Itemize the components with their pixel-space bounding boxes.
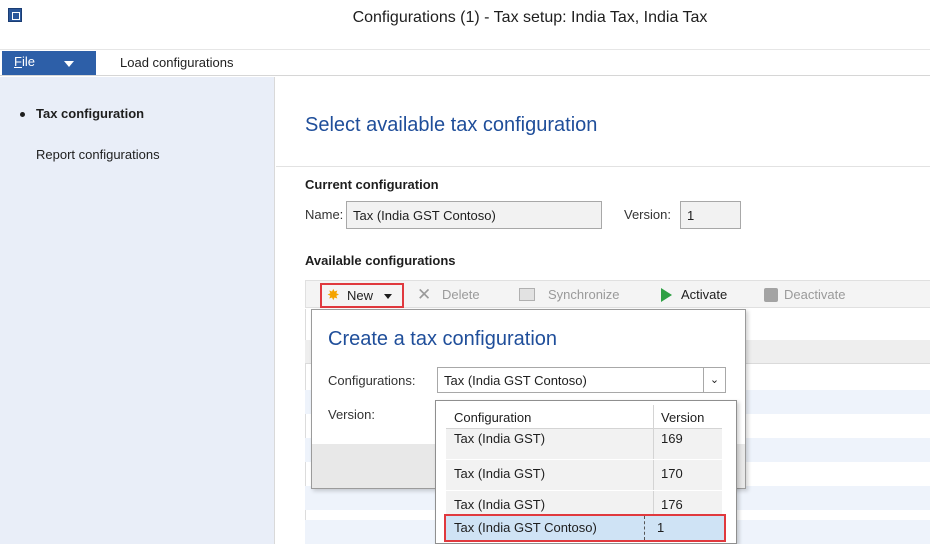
synchronize-button[interactable]: Synchronize: [548, 287, 620, 302]
chevron-down-icon[interactable]: ⌄: [703, 368, 725, 392]
current-version-field: 1: [680, 201, 741, 229]
dropdown-header: Configuration Version: [446, 405, 722, 429]
list-item-selected[interactable]: Tax (India GST Contoso) 1: [444, 514, 726, 542]
available-configurations-heading: Available configurations: [305, 253, 456, 268]
config-version: 170: [661, 466, 683, 481]
chevron-down-icon: [384, 294, 392, 299]
configurations-label: Configurations:: [328, 373, 416, 388]
list-item[interactable]: Tax (India GST) 169: [446, 429, 722, 460]
delete-x-icon: ✕: [417, 285, 432, 304]
activate-play-icon: [661, 288, 672, 302]
column-separator: [644, 516, 645, 540]
new-button[interactable]: ✸ New: [320, 283, 404, 308]
file-menu-button[interactable]: File: [2, 51, 96, 75]
name-label: Name:: [305, 207, 344, 222]
activate-button[interactable]: Activate: [681, 287, 727, 302]
config-version: 1: [657, 520, 665, 535]
file-label: ile: [21, 54, 35, 69]
version-label: Version:: [328, 407, 375, 422]
new-sun-icon: ✸: [327, 287, 340, 304]
chevron-down-icon: [64, 61, 74, 67]
list-item[interactable]: Tax (India GST) 170: [446, 460, 722, 491]
config-version: 176: [661, 497, 683, 512]
column-separator: [653, 429, 654, 459]
column-separator: [653, 460, 654, 490]
page-title: Select available tax configuration: [305, 114, 598, 136]
nav-item-report-configurations[interactable]: Report configurations: [36, 147, 160, 162]
combobox-value: Tax (India GST Contoso): [444, 373, 587, 388]
load-configurations-button[interactable]: Load configurations: [120, 55, 233, 70]
title-bar: Configurations (1) - Tax setup: India Ta…: [0, 0, 930, 50]
dialog-title: Create a tax configuration: [328, 328, 558, 350]
configurations-dropdown-list: Configuration Version Tax (India GST) 16…: [435, 400, 737, 544]
window-title: Configurations (1) - Tax setup: India Ta…: [352, 9, 708, 26]
active-bullet-icon: [20, 112, 25, 117]
menu-bar: File Load configurations: [0, 50, 930, 76]
current-configuration-heading: Current configuration: [305, 177, 439, 192]
deactivate-button[interactable]: Deactivate: [784, 287, 845, 302]
delete-button[interactable]: Delete: [442, 287, 480, 302]
action-toolbar: ✸ New Delete Synchronize Activate Deacti…: [305, 280, 930, 308]
column-separator: [653, 405, 654, 428]
deactivate-stop-icon: [764, 288, 778, 302]
config-name: Tax (India GST): [454, 497, 546, 512]
divider: [276, 166, 930, 167]
config-name: Tax (India GST): [454, 431, 546, 446]
config-version: 169: [661, 431, 683, 446]
config-name: Tax (India GST Contoso): [454, 520, 597, 535]
configurations-combobox[interactable]: Tax (India GST Contoso) ⌄: [437, 367, 726, 393]
header-version[interactable]: Version: [661, 410, 704, 425]
config-name: Tax (India GST): [454, 466, 546, 481]
file-label-accelerator: F: [14, 54, 22, 69]
version-label: Version:: [624, 207, 671, 222]
left-nav: Tax configuration Report configurations: [0, 77, 275, 544]
synchronize-icon: [519, 288, 535, 301]
header-configuration[interactable]: Configuration: [454, 410, 531, 425]
nav-item-tax-configuration[interactable]: Tax configuration: [36, 106, 144, 121]
new-label: New: [347, 288, 374, 303]
current-name-field: Tax (India GST Contoso): [346, 201, 602, 229]
